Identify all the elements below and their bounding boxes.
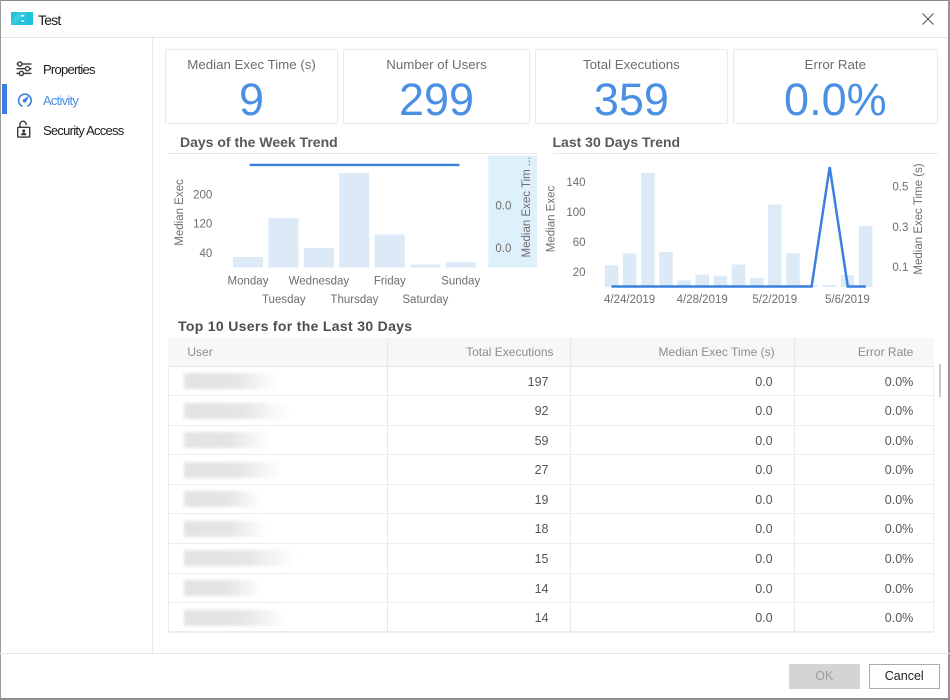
svg-text:0.1: 0.1 bbox=[892, 262, 908, 274]
svg-text:Saturday: Saturday bbox=[402, 294, 448, 306]
svg-text:Thursday: Thursday bbox=[330, 294, 378, 306]
svg-text:Wednesday: Wednesday bbox=[289, 276, 350, 288]
svg-text:Friday: Friday bbox=[374, 276, 406, 288]
svg-text:0.0: 0.0 bbox=[495, 200, 511, 212]
svg-text:Sunday: Sunday bbox=[441, 276, 480, 288]
svg-text:60: 60 bbox=[573, 237, 586, 249]
svg-text:0.3: 0.3 bbox=[892, 222, 908, 234]
svg-text:20: 20 bbox=[573, 267, 586, 279]
svg-text:Median Exec Tim ...: Median Exec Tim ... bbox=[521, 157, 533, 258]
svg-text:Median Exec: Median Exec bbox=[546, 186, 558, 253]
svg-text:100: 100 bbox=[566, 207, 585, 219]
svg-text:Median Exec Time (s): Median Exec Time (s) bbox=[913, 163, 925, 274]
svg-text:40: 40 bbox=[200, 248, 213, 260]
svg-text:Monday: Monday bbox=[228, 276, 269, 288]
svg-text:5/6/2019: 5/6/2019 bbox=[825, 294, 870, 306]
svg-text:200: 200 bbox=[193, 190, 212, 202]
svg-text:4/24/2019: 4/24/2019 bbox=[604, 294, 655, 306]
svg-text:4/28/2019: 4/28/2019 bbox=[677, 294, 728, 306]
svg-text:Median Exec: Median Exec bbox=[174, 179, 186, 246]
svg-text:140: 140 bbox=[566, 177, 585, 189]
svg-text:Tuesday: Tuesday bbox=[262, 294, 306, 306]
svg-text:5/2/2019: 5/2/2019 bbox=[752, 294, 797, 306]
svg-text:0.5: 0.5 bbox=[892, 182, 908, 194]
svg-text:0.0: 0.0 bbox=[495, 243, 511, 255]
svg-text:120: 120 bbox=[193, 219, 212, 231]
